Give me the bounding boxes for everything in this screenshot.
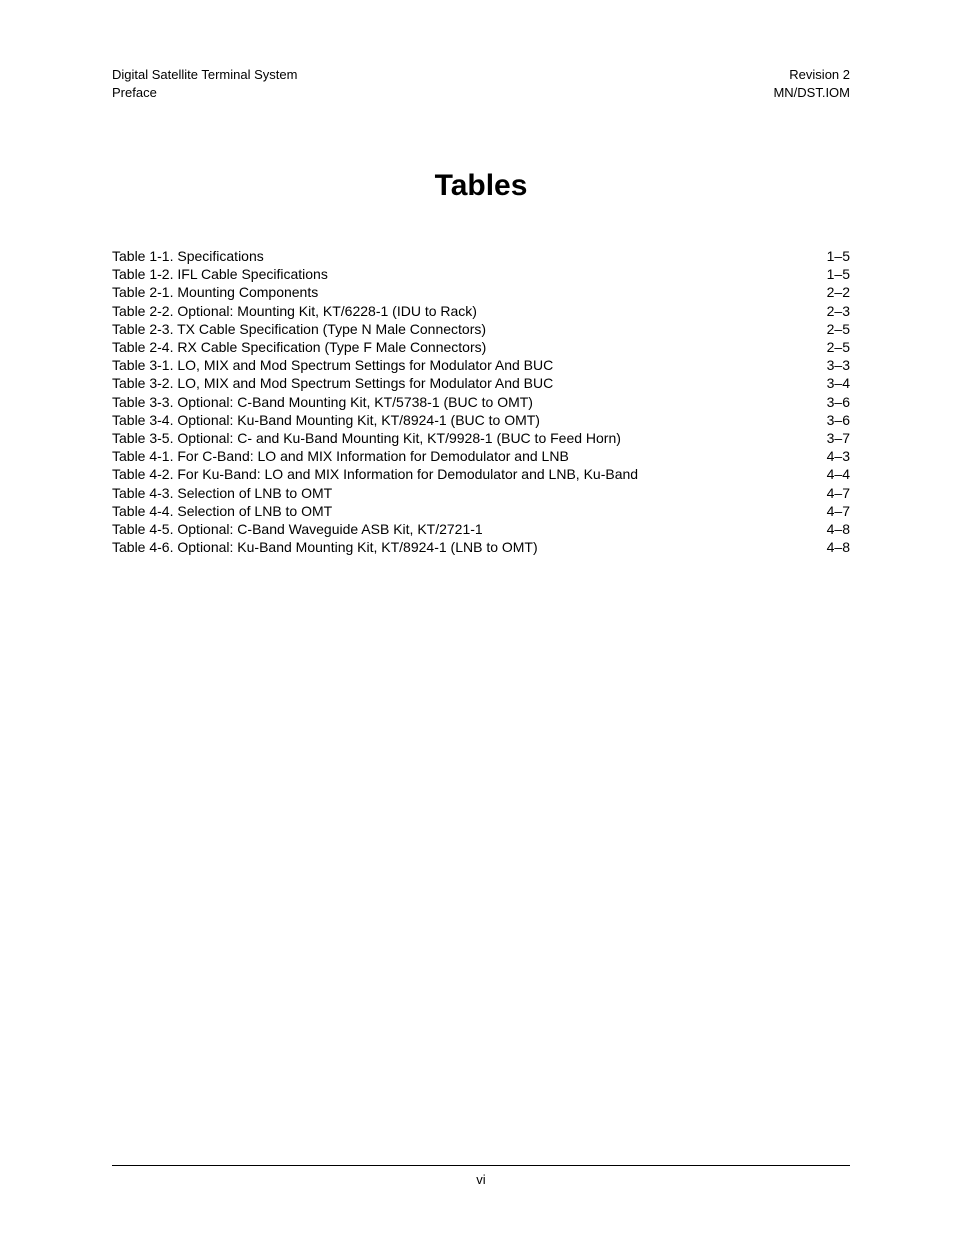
toc-entry-label: Table 3-2. LO, MIX and Mod Spectrum Sett… [112,374,553,392]
toc-entry-label: Table 2-3. TX Cable Specification (Type … [112,320,486,338]
toc-line: Table 4-5. Optional: C-Band Waveguide AS… [112,520,850,538]
toc-line: Table 2-3. TX Cable Specification (Type … [112,320,850,338]
toc-line: Table 2-4. RX Cable Specification (Type … [112,338,850,356]
header-left: Digital Satellite Terminal System Prefac… [112,66,297,101]
header-right-line2: MN/DST.IOM [773,84,850,102]
toc-entry-label: Table 4-2. For Ku-Band: LO and MIX Infor… [112,465,638,483]
toc-line: Table 2-1. Mounting Components 2–2 [112,283,850,301]
toc-entry-page: 2–5 [827,320,850,338]
page-header: Digital Satellite Terminal System Prefac… [112,66,850,101]
toc-entry-page: 2–3 [827,302,850,320]
toc-line: Table 1-1. Specifications 1–5 [112,247,850,265]
toc-entry-label: Table 3-1. LO, MIX and Mod Spectrum Sett… [112,356,553,374]
toc-line: Table 3-2. LO, MIX and Mod Spectrum Sett… [112,374,850,392]
toc-entry-page: 2–5 [827,338,850,356]
toc-entry-page: 1–5 [827,247,850,265]
toc-entry-page: 1–5 [827,265,850,283]
toc-line: Table 4-6. Optional: Ku-Band Mounting Ki… [112,538,850,556]
tables-list: Table 1-1. Specifications1–5Table 1-2. I… [112,247,850,556]
toc-entry-label: Table 2-2. Optional: Mounting Kit, KT/62… [112,302,477,320]
toc-entry-page: 3–4 [827,374,850,392]
toc-entry-label: Table 2-4. RX Cable Specification (Type … [112,338,486,356]
toc-line: Table 3-3. Optional: C-Band Mounting Kit… [112,393,850,411]
toc-entry-label: Table 1-2. IFL Cable Specifications [112,265,328,283]
toc-entry-page: 3–6 [827,411,850,429]
toc-entry-label: Table 2-1. Mounting Components [112,283,318,301]
toc-entry-label: Table 4-3. Selection of LNB to OMT [112,484,332,502]
toc-line: Table 4-2. For Ku-Band: LO and MIX Infor… [112,465,850,483]
page-number: vi [112,1172,850,1187]
toc-entry-page: 4–3 [827,447,850,465]
toc-line: Table 3-5. Optional: C- and Ku-Band Moun… [112,429,850,447]
page-title: Tables [112,169,850,203]
toc-line: Table 3-4. Optional: Ku-Band Mounting Ki… [112,411,850,429]
toc-entry-page: 3–7 [827,429,850,447]
toc-entry-page: 4–8 [827,538,850,556]
toc-line: Table 2-2. Optional: Mounting Kit, KT/62… [112,302,850,320]
header-left-line1: Digital Satellite Terminal System [112,66,297,84]
toc-entry-label: Table 1-1. Specifications [112,247,264,265]
document-page: Digital Satellite Terminal System Prefac… [112,66,850,1187]
toc-line: Table 4-1. For C-Band: LO and MIX Inform… [112,447,850,465]
footer-rule [112,1165,850,1166]
header-left-line2: Preface [112,84,297,102]
toc-entry-label: Table 4-1. For C-Band: LO and MIX Inform… [112,447,569,465]
header-right: Revision 2 MN/DST.IOM [773,66,850,101]
toc-entry-page: 2–2 [827,283,850,301]
toc-entry-page: 3–6 [827,393,850,411]
toc-entry-label: Table 3-3. Optional: C-Band Mounting Kit… [112,393,533,411]
toc-entry-page: 4–7 [827,502,850,520]
toc-entry-page: 4–7 [827,484,850,502]
toc-entry-page: 3–3 [827,356,850,374]
toc-line: Table 4-4. Selection of LNB to OMT 4–7 [112,502,850,520]
toc-line: Table 3-1. LO, MIX and Mod Spectrum Sett… [112,356,850,374]
toc-entry-label: Table 4-4. Selection of LNB to OMT [112,502,332,520]
toc-entry-label: Table 3-5. Optional: C- and Ku-Band Moun… [112,429,621,447]
toc-line: Table 1-2. IFL Cable Specifications 1–5 [112,265,850,283]
header-right-line1: Revision 2 [773,66,850,84]
spacer [112,556,850,1165]
toc-entry-page: 4–4 [827,465,850,483]
toc-entry-label: Table 4-6. Optional: Ku-Band Mounting Ki… [112,538,538,556]
toc-entry-page: 4–8 [827,520,850,538]
toc-entry-label: Table 4-5. Optional: C-Band Waveguide AS… [112,520,483,538]
toc-entry-label: Table 3-4. Optional: Ku-Band Mounting Ki… [112,411,540,429]
toc-line: Table 4-3. Selection of LNB to OMT 4–7 [112,484,850,502]
